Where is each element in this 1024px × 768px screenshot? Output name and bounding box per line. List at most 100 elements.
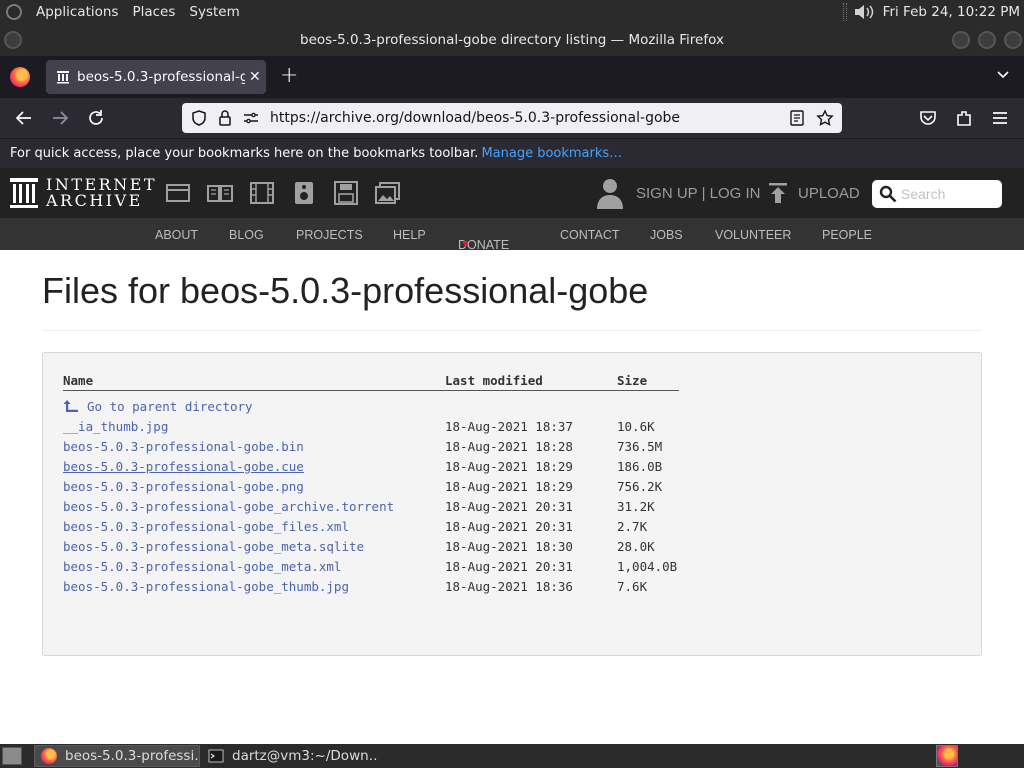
ia-wordmark-line2: ARCHIVE — [46, 191, 143, 210]
file-link[interactable]: beos-5.0.3-professional-gobe.png — [63, 479, 304, 494]
table-row: __ia_thumb.jpg 18-Aug-2021 18:37 10.6K — [43, 419, 981, 439]
bookmarks-hint: For quick access, place your bookmarks h… — [10, 146, 479, 161]
close-tab-icon[interactable]: ✕ — [249, 69, 261, 85]
archive-favicon-icon — [57, 71, 69, 84]
url-text[interactable]: https://archive.org/download/beos-5.0.3-… — [270, 110, 680, 126]
column-header-size[interactable]: Size — [617, 373, 647, 388]
back-icon[interactable] — [14, 108, 34, 128]
nav-people[interactable]: PEOPLE — [822, 228, 872, 242]
taskbar-terminal-window[interactable]: dartz@vm3:~/Down… — [202, 745, 378, 767]
title-divider — [42, 330, 982, 331]
file-link[interactable]: beos-5.0.3-professional-gobe_archive.tor… — [63, 499, 394, 514]
tray-firefox-icon[interactable] — [936, 745, 958, 767]
ia-header: INTERNET ARCHIVE SIGN UP | LOG IN UPLOAD… — [0, 168, 1024, 218]
audio-icon[interactable] — [291, 181, 317, 205]
page-title: Files for beos-5.0.3-professional-gobe — [42, 270, 649, 311]
taskbar-firefox-window[interactable]: beos-5.0.3-professi… — [34, 745, 200, 767]
forward-icon[interactable] — [50, 108, 70, 128]
nav-volunteer[interactable]: VOLUNTEER — [715, 228, 791, 242]
reload-icon[interactable] — [86, 108, 106, 128]
new-tab-button[interactable]: + — [280, 63, 298, 88]
window-titlebar[interactable]: beos-5.0.3-professional-gobe directory l… — [0, 24, 1024, 56]
tracking-protection-icon[interactable] — [190, 109, 208, 127]
file-modified: 18-Aug-2021 18:30 — [445, 539, 573, 554]
table-row: beos-5.0.3-professional-gobe.cue 18-Aug-2… — [43, 459, 981, 479]
close-window-button[interactable] — [1004, 31, 1022, 49]
file-listing: Name Last modified Size Go to parent dir… — [42, 352, 982, 656]
manage-bookmarks-link[interactable]: Manage bookmarks… — [481, 146, 622, 161]
nav-about[interactable]: ABOUT — [155, 228, 198, 242]
file-link[interactable]: __ia_thumb.jpg — [63, 419, 168, 434]
tab-title: beos-5.0.3-professional-gobe — [77, 69, 245, 85]
taskbar-firefox-label: beos-5.0.3-professi… — [65, 748, 200, 764]
firefox-view-icon[interactable] — [10, 67, 30, 87]
video-icon[interactable] — [249, 181, 275, 205]
nav-projects[interactable]: PROJECTS — [296, 228, 363, 242]
places-menu[interactable]: Places — [132, 4, 175, 20]
window-menu-button[interactable] — [4, 31, 22, 49]
web-icon[interactable] — [165, 181, 191, 205]
permissions-icon[interactable] — [242, 109, 260, 127]
system-menu[interactable]: System — [189, 4, 239, 20]
table-row: beos-5.0.3-professional-gobe.png 18-Aug-2… — [43, 479, 981, 499]
file-link[interactable]: beos-5.0.3-professional-gobe_meta.sqlite — [63, 539, 364, 554]
terminal-icon — [208, 749, 224, 763]
table-row: beos-5.0.3-professional-gobe_meta.xml 18-… — [43, 559, 981, 579]
applications-menu[interactable]: Applications — [36, 4, 118, 20]
user-avatar-icon[interactable] — [596, 177, 624, 209]
file-modified: 18-Aug-2021 20:31 — [445, 519, 573, 534]
maximize-button[interactable] — [978, 31, 996, 49]
nav-help[interactable]: HELP — [393, 228, 426, 242]
lock-icon[interactable] — [216, 109, 234, 127]
reader-view-icon[interactable] — [788, 109, 806, 127]
upload-link[interactable]: UPLOAD — [798, 185, 860, 202]
app-menu-icon[interactable] — [990, 108, 1010, 128]
file-modified: 18-Aug-2021 20:31 — [445, 499, 573, 514]
column-header-modified[interactable]: Last modified — [445, 373, 543, 388]
list-all-tabs-icon[interactable] — [996, 68, 1010, 82]
clock[interactable]: Fri Feb 24, 10:22 PM — [883, 4, 1020, 20]
ia-search-input[interactable] — [901, 186, 997, 202]
distro-logo-icon[interactable] — [6, 4, 22, 20]
parent-directory-label: Go to parent directory — [87, 398, 253, 414]
show-desktop-button[interactable] — [2, 747, 22, 765]
volume-icon[interactable] — [853, 3, 875, 21]
up-arrow-icon — [63, 400, 78, 412]
file-size: 28.0K — [617, 539, 655, 554]
minimize-button[interactable] — [952, 31, 970, 49]
table-row: beos-5.0.3-professional-gobe_meta.sqlite… — [43, 539, 981, 559]
file-link[interactable]: beos-5.0.3-professional-gobe_meta.xml — [63, 559, 341, 574]
file-modified: 18-Aug-2021 18:29 — [445, 459, 573, 474]
ia-search-box[interactable] — [872, 180, 1002, 208]
url-bar[interactable]: https://archive.org/download/beos-5.0.3-… — [182, 103, 842, 133]
extensions-icon[interactable] — [954, 108, 974, 128]
taskbar-terminal-label: dartz@vm3:~/Down… — [232, 748, 378, 764]
signup-login-link[interactable]: SIGN UP | LOG IN — [636, 185, 760, 202]
nav-blog[interactable]: BLOG — [229, 228, 264, 242]
pocket-icon[interactable] — [918, 108, 938, 128]
texts-icon[interactable] — [207, 181, 233, 205]
file-size: 10.6K — [617, 419, 655, 434]
file-size: 31.2K — [617, 499, 655, 514]
nav-jobs[interactable]: JOBS — [650, 228, 683, 242]
bookmark-star-icon[interactable] — [816, 109, 834, 127]
top-panel: Applications Places System Fri Feb 24, 1… — [0, 0, 1024, 24]
images-icon[interactable] — [375, 181, 401, 205]
nav-contact[interactable]: CONTACT — [560, 228, 620, 242]
column-header-name[interactable]: Name — [63, 373, 93, 388]
file-size: 1,004.0B — [617, 559, 678, 574]
window-title: beos-5.0.3-professional-gobe directory l… — [300, 32, 724, 48]
file-size: 736.5M — [617, 439, 663, 454]
file-size: 2.7K — [617, 519, 648, 534]
file-link[interactable]: beos-5.0.3-professional-gobe_thumb.jpg — [63, 579, 349, 594]
browser-tab[interactable]: beos-5.0.3-professional-gobe ✕ — [46, 60, 266, 94]
file-link[interactable]: beos-5.0.3-professional-gobe.bin — [63, 439, 304, 454]
software-icon[interactable] — [333, 181, 359, 205]
search-icon[interactable] — [879, 185, 897, 203]
file-link[interactable]: beos-5.0.3-professional-gobe.cue — [63, 459, 304, 474]
file-link[interactable]: beos-5.0.3-professional-gobe_files.xml — [63, 519, 349, 534]
upload-icon[interactable] — [768, 182, 788, 204]
table-row: beos-5.0.3-professional-gobe_files.xml 18… — [43, 519, 981, 539]
ia-logo[interactable]: INTERNET ARCHIVE — [10, 177, 157, 209]
parent-directory-link[interactable]: Go to parent directory — [63, 398, 253, 414]
